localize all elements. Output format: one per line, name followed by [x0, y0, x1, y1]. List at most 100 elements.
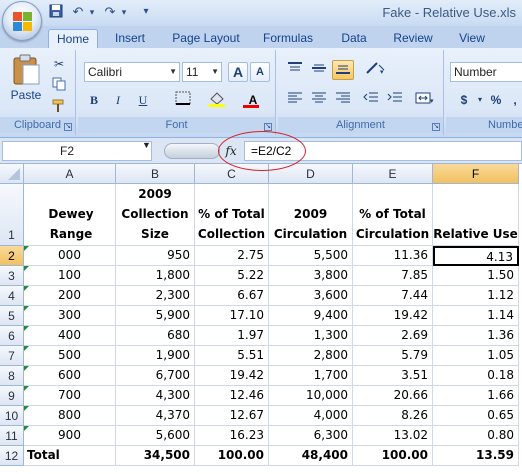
comma-button[interactable]: , [508, 90, 522, 110]
bold-button[interactable]: B [84, 90, 104, 110]
table-cell[interactable]: 34,500 [116, 446, 195, 466]
error-indicator-icon[interactable] [24, 366, 29, 371]
font-launcher-icon[interactable]: ↘ [264, 123, 272, 131]
tab-page-layout[interactable]: Page Layout [168, 29, 244, 48]
row-header-4[interactable]: 4 [0, 286, 24, 306]
row-header-10[interactable]: 10 [0, 406, 24, 426]
error-indicator-icon[interactable] [24, 306, 29, 311]
italic-button[interactable]: I [108, 90, 128, 110]
font-name-select[interactable]: Calibri ▼ [84, 62, 180, 82]
table-cell[interactable]: 3,600 [269, 286, 353, 306]
clipboard-launcher-icon[interactable]: ↘ [64, 123, 72, 131]
table-cell[interactable]: 950 [116, 246, 195, 266]
column-header-b[interactable]: B [116, 164, 195, 184]
paste-button[interactable]: Paste [8, 54, 44, 112]
table-cell[interactable]: 7.44 [353, 286, 433, 306]
formula-bar-resize-handle[interactable] [164, 143, 220, 159]
table-cell[interactable]: 6,300 [269, 426, 353, 446]
column-heading-cell[interactable]: % of Total Circulation [353, 184, 433, 246]
table-cell[interactable]: 12.46 [195, 386, 269, 406]
tab-insert[interactable]: Insert [108, 29, 152, 48]
table-cell[interactable]: 1.97 [195, 326, 269, 346]
row-header-9[interactable]: 9 [0, 386, 24, 406]
cut-icon[interactable]: ✂ [50, 54, 68, 74]
error-indicator-icon[interactable] [24, 426, 29, 431]
row-header-12[interactable]: 12 [0, 446, 24, 466]
table-cell[interactable]: 9,400 [269, 306, 353, 326]
undo-dropdown-icon[interactable]: ▾ [84, 4, 100, 20]
table-cell[interactable]: 5,600 [116, 426, 195, 446]
table-cell[interactable]: 1.66 [433, 386, 519, 406]
column-heading-cell[interactable]: Dewey Range [24, 184, 116, 246]
select-all-corner[interactable] [0, 164, 24, 184]
chevron-down-icon[interactable]: ▾ [476, 90, 484, 110]
row-header-3[interactable]: 3 [0, 266, 24, 286]
table-cell[interactable]: 100 [24, 266, 116, 286]
format-painter-icon[interactable] [50, 98, 68, 118]
table-cell[interactable]: 13.02 [353, 426, 433, 446]
table-cell[interactable]: 400 [24, 326, 116, 346]
redo-dropdown-icon[interactable]: ▾ [116, 4, 132, 20]
active-cell[interactable]: 4.13 [433, 246, 519, 266]
increase-indent-icon[interactable] [384, 90, 406, 110]
row-header-1[interactable]: 1 [0, 184, 24, 246]
table-cell[interactable]: 48,400 [269, 446, 353, 466]
table-cell[interactable]: 20.66 [353, 386, 433, 406]
table-cell[interactable]: 3.51 [353, 366, 433, 386]
row-header-7[interactable]: 7 [0, 346, 24, 366]
error-indicator-icon[interactable] [24, 406, 29, 411]
decrease-indent-icon[interactable] [360, 90, 382, 110]
column-header-f[interactable]: F [433, 164, 519, 184]
align-bottom-icon[interactable] [332, 60, 354, 80]
row-header-6[interactable]: 6 [0, 326, 24, 346]
table-cell[interactable]: 1.14 [433, 306, 519, 326]
table-cell[interactable]: 5.22 [195, 266, 269, 286]
tab-formulas[interactable]: Formulas [258, 29, 318, 48]
alignment-launcher-icon[interactable]: ↘ [432, 123, 440, 131]
row-header-2[interactable]: 2 [0, 246, 24, 266]
table-cell[interactable]: 6.67 [195, 286, 269, 306]
align-right-icon[interactable] [332, 90, 354, 110]
table-cell[interactable]: 2.69 [353, 326, 433, 346]
table-cell[interactable]: 4,370 [116, 406, 195, 426]
table-cell[interactable]: 5,500 [269, 246, 353, 266]
table-cell[interactable]: 100.00 [353, 446, 433, 466]
customize-qat-icon[interactable]: ▾ [138, 4, 154, 20]
fill-color-icon[interactable] [202, 90, 232, 110]
table-cell[interactable]: 0.18 [433, 366, 519, 386]
orientation-icon[interactable]: ▾ [360, 60, 392, 80]
column-heading-cell[interactable]: Relative Use [433, 184, 519, 246]
table-cell[interactable]: 4,300 [116, 386, 195, 406]
error-indicator-icon[interactable] [24, 346, 29, 351]
table-cell[interactable]: 0.80 [433, 426, 519, 446]
save-icon[interactable] [48, 4, 64, 20]
table-cell[interactable]: 680 [116, 326, 195, 346]
table-cell[interactable]: 300 [24, 306, 116, 326]
currency-button[interactable]: $ [452, 90, 476, 110]
grow-font-button[interactable]: A [228, 62, 248, 82]
column-heading-cell[interactable]: 2009 Collection Size [116, 184, 195, 246]
column-heading-cell[interactable]: 2009 Circulation [269, 184, 353, 246]
align-top-icon[interactable] [284, 60, 306, 80]
table-cell[interactable]: 1,900 [116, 346, 195, 366]
table-cell[interactable]: 600 [24, 366, 116, 386]
chevron-down-icon[interactable]: ▼ [142, 140, 151, 150]
error-indicator-icon[interactable] [24, 266, 29, 271]
table-cell[interactable]: 2.75 [195, 246, 269, 266]
column-heading-cell[interactable]: % of Total Collection [195, 184, 269, 246]
table-cell[interactable]: 900 [24, 426, 116, 446]
table-cell[interactable]: 1,800 [116, 266, 195, 286]
table-cell[interactable]: 100.00 [195, 446, 269, 466]
table-cell[interactable]: 1.50 [433, 266, 519, 286]
error-indicator-icon[interactable] [24, 326, 29, 331]
table-cell[interactable]: 8.26 [353, 406, 433, 426]
table-cell[interactable]: 500 [24, 346, 116, 366]
table-cell[interactable]: 16.23 [195, 426, 269, 446]
table-cell[interactable]: 1.36 [433, 326, 519, 346]
tab-review[interactable]: Review [388, 29, 438, 48]
error-indicator-icon[interactable] [24, 246, 29, 251]
table-cell[interactable]: 6,700 [116, 366, 195, 386]
merge-center-icon[interactable]: ▾ [412, 90, 438, 110]
table-cell[interactable]: 2,800 [269, 346, 353, 366]
table-cell[interactable]: 5,900 [116, 306, 195, 326]
